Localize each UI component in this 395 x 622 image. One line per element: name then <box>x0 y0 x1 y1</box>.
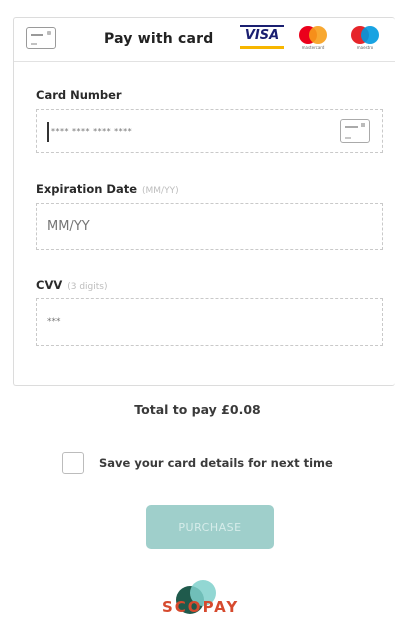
maestro-logo: maestro <box>349 26 381 52</box>
mastercard-logo: mastercard <box>297 26 329 52</box>
credit-card-icon <box>26 27 56 49</box>
expiration-date-label: Expiration Date (MM/YY) <box>36 182 179 196</box>
credit-card-icon <box>340 119 370 143</box>
panel-header: Pay with card VISA mastercard maestro <box>14 18 395 62</box>
expiration-date-input[interactable] <box>47 204 317 249</box>
save-card-label[interactable]: Save your card details for next time <box>99 456 333 470</box>
card-number-input[interactable] <box>47 110 317 152</box>
save-card-checkbox[interactable] <box>62 452 84 474</box>
purchase-button[interactable]: PURCHASE <box>146 505 274 549</box>
scopay-logo: SCOPAY <box>158 580 268 620</box>
expiration-date-hint: (MM/YY) <box>142 186 179 196</box>
cvv-field[interactable] <box>36 298 383 346</box>
cvv-input[interactable] <box>47 299 317 345</box>
total-to-pay: Total to pay £0.08 <box>134 402 261 417</box>
cvv-hint: (3 digits) <box>67 282 108 292</box>
card-number-label: Card Number <box>36 88 122 102</box>
cvv-label: CVV (3 digits) <box>36 278 108 292</box>
expiration-date-field[interactable] <box>36 203 383 250</box>
scopay-logo-text: SCOPAY <box>162 598 240 616</box>
page-title: Pay with card <box>104 31 214 47</box>
card-number-field[interactable] <box>36 109 383 153</box>
visa-logo: VISA <box>240 25 284 49</box>
card-payment-panel: Pay with card VISA mastercard maestro Ca… <box>13 17 395 386</box>
